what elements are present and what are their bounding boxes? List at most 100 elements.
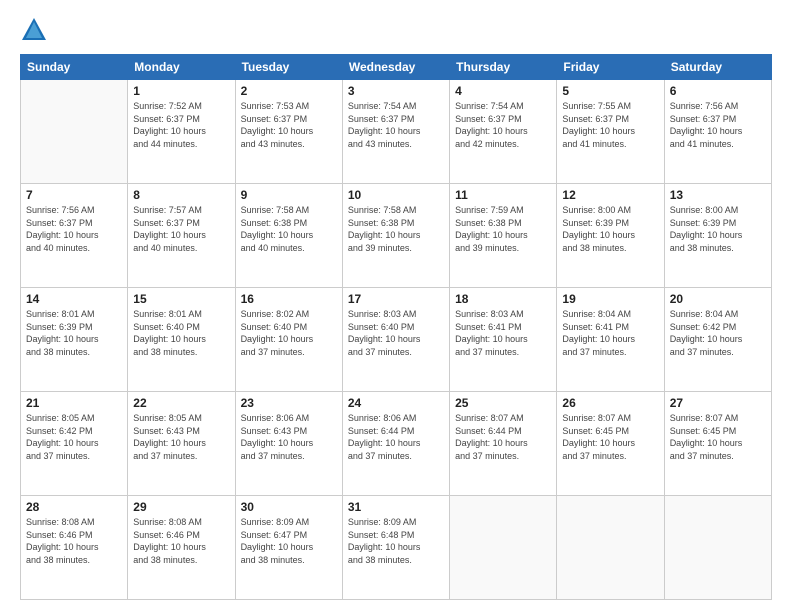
day-cell: 6 Sunrise: 7:56 AM Sunset: 6:37 PM Daylig… (664, 80, 771, 184)
day-info: Sunrise: 8:05 AM Sunset: 6:42 PM Dayligh… (26, 413, 99, 461)
weekday-header-saturday: Saturday (664, 55, 771, 80)
day-number: 21 (26, 396, 122, 410)
day-number: 18 (455, 292, 551, 306)
day-cell: 28 Sunrise: 8:08 AM Sunset: 6:46 PM Dayli… (21, 496, 128, 600)
week-row-5: 28 Sunrise: 8:08 AM Sunset: 6:46 PM Dayli… (21, 496, 772, 600)
header (20, 16, 772, 44)
day-info: Sunrise: 7:59 AM Sunset: 6:38 PM Dayligh… (455, 205, 528, 253)
day-cell: 22 Sunrise: 8:05 AM Sunset: 6:43 PM Dayli… (128, 392, 235, 496)
day-info: Sunrise: 7:57 AM Sunset: 6:37 PM Dayligh… (133, 205, 206, 253)
day-number: 16 (241, 292, 337, 306)
day-info: Sunrise: 7:55 AM Sunset: 6:37 PM Dayligh… (562, 101, 635, 149)
day-info: Sunrise: 8:08 AM Sunset: 6:46 PM Dayligh… (133, 517, 206, 565)
day-info: Sunrise: 7:52 AM Sunset: 6:37 PM Dayligh… (133, 101, 206, 149)
day-number: 26 (562, 396, 658, 410)
day-info: Sunrise: 8:09 AM Sunset: 6:48 PM Dayligh… (348, 517, 421, 565)
day-cell: 24 Sunrise: 8:06 AM Sunset: 6:44 PM Dayli… (342, 392, 449, 496)
day-info: Sunrise: 8:09 AM Sunset: 6:47 PM Dayligh… (241, 517, 314, 565)
day-number: 12 (562, 188, 658, 202)
day-number: 24 (348, 396, 444, 410)
day-cell: 8 Sunrise: 7:57 AM Sunset: 6:37 PM Daylig… (128, 184, 235, 288)
day-cell: 12 Sunrise: 8:00 AM Sunset: 6:39 PM Dayli… (557, 184, 664, 288)
day-info: Sunrise: 8:06 AM Sunset: 6:44 PM Dayligh… (348, 413, 421, 461)
day-cell: 23 Sunrise: 8:06 AM Sunset: 6:43 PM Dayli… (235, 392, 342, 496)
weekday-header-monday: Monday (128, 55, 235, 80)
day-number: 31 (348, 500, 444, 514)
day-cell (664, 496, 771, 600)
day-cell: 14 Sunrise: 8:01 AM Sunset: 6:39 PM Dayli… (21, 288, 128, 392)
day-number: 10 (348, 188, 444, 202)
day-info: Sunrise: 7:54 AM Sunset: 6:37 PM Dayligh… (348, 101, 421, 149)
day-info: Sunrise: 8:08 AM Sunset: 6:46 PM Dayligh… (26, 517, 99, 565)
day-cell: 9 Sunrise: 7:58 AM Sunset: 6:38 PM Daylig… (235, 184, 342, 288)
day-cell: 16 Sunrise: 8:02 AM Sunset: 6:40 PM Dayli… (235, 288, 342, 392)
day-cell: 13 Sunrise: 8:00 AM Sunset: 6:39 PM Dayli… (664, 184, 771, 288)
day-number: 15 (133, 292, 229, 306)
day-info: Sunrise: 7:58 AM Sunset: 6:38 PM Dayligh… (241, 205, 314, 253)
day-info: Sunrise: 8:00 AM Sunset: 6:39 PM Dayligh… (562, 205, 635, 253)
weekday-header-wednesday: Wednesday (342, 55, 449, 80)
weekday-header-thursday: Thursday (450, 55, 557, 80)
day-cell: 27 Sunrise: 8:07 AM Sunset: 6:45 PM Dayli… (664, 392, 771, 496)
day-number: 30 (241, 500, 337, 514)
logo-icon (20, 16, 48, 44)
day-number: 29 (133, 500, 229, 514)
day-info: Sunrise: 8:05 AM Sunset: 6:43 PM Dayligh… (133, 413, 206, 461)
day-info: Sunrise: 7:53 AM Sunset: 6:37 PM Dayligh… (241, 101, 314, 149)
day-info: Sunrise: 8:00 AM Sunset: 6:39 PM Dayligh… (670, 205, 743, 253)
weekday-header-sunday: Sunday (21, 55, 128, 80)
day-number: 8 (133, 188, 229, 202)
day-number: 23 (241, 396, 337, 410)
day-info: Sunrise: 8:01 AM Sunset: 6:40 PM Dayligh… (133, 309, 206, 357)
day-number: 3 (348, 84, 444, 98)
week-row-3: 14 Sunrise: 8:01 AM Sunset: 6:39 PM Dayli… (21, 288, 772, 392)
day-number: 20 (670, 292, 766, 306)
day-cell (21, 80, 128, 184)
day-info: Sunrise: 8:03 AM Sunset: 6:40 PM Dayligh… (348, 309, 421, 357)
day-info: Sunrise: 8:07 AM Sunset: 6:45 PM Dayligh… (562, 413, 635, 461)
weekday-header-tuesday: Tuesday (235, 55, 342, 80)
day-info: Sunrise: 8:07 AM Sunset: 6:44 PM Dayligh… (455, 413, 528, 461)
day-info: Sunrise: 8:02 AM Sunset: 6:40 PM Dayligh… (241, 309, 314, 357)
day-cell: 29 Sunrise: 8:08 AM Sunset: 6:46 PM Dayli… (128, 496, 235, 600)
day-number: 19 (562, 292, 658, 306)
day-cell: 21 Sunrise: 8:05 AM Sunset: 6:42 PM Dayli… (21, 392, 128, 496)
day-number: 13 (670, 188, 766, 202)
day-info: Sunrise: 8:06 AM Sunset: 6:43 PM Dayligh… (241, 413, 314, 461)
page: SundayMondayTuesdayWednesdayThursdayFrid… (0, 0, 792, 612)
day-info: Sunrise: 7:54 AM Sunset: 6:37 PM Dayligh… (455, 101, 528, 149)
day-number: 9 (241, 188, 337, 202)
day-cell: 5Sunrise: 7:55 AM Sunset: 6:37 PM Daylig… (557, 80, 664, 184)
day-info: Sunrise: 8:04 AM Sunset: 6:41 PM Dayligh… (562, 309, 635, 357)
day-info: Sunrise: 7:56 AM Sunset: 6:37 PM Dayligh… (26, 205, 99, 253)
day-number: 14 (26, 292, 122, 306)
weekday-header-row: SundayMondayTuesdayWednesdayThursdayFrid… (21, 55, 772, 80)
day-info: Sunrise: 7:56 AM Sunset: 6:37 PM Dayligh… (670, 101, 743, 149)
day-cell: 20Sunrise: 8:04 AM Sunset: 6:42 PM Dayli… (664, 288, 771, 392)
day-cell: 30 Sunrise: 8:09 AM Sunset: 6:47 PM Dayli… (235, 496, 342, 600)
day-cell (557, 496, 664, 600)
day-number: 25 (455, 396, 551, 410)
day-cell: 25 Sunrise: 8:07 AM Sunset: 6:44 PM Dayli… (450, 392, 557, 496)
day-number: 1 (133, 84, 229, 98)
day-number: 28 (26, 500, 122, 514)
day-number: 22 (133, 396, 229, 410)
day-cell: 19 Sunrise: 8:04 AM Sunset: 6:41 PM Dayli… (557, 288, 664, 392)
day-number: 2 (241, 84, 337, 98)
day-info: Sunrise: 8:07 AM Sunset: 6:45 PM Dayligh… (670, 413, 743, 461)
day-cell: 26 Sunrise: 8:07 AM Sunset: 6:45 PM Dayli… (557, 392, 664, 496)
day-number: 6 (670, 84, 766, 98)
day-number: 27 (670, 396, 766, 410)
day-cell: 1 Sunrise: 7:52 AM Sunset: 6:37 PM Daylig… (128, 80, 235, 184)
weekday-header-friday: Friday (557, 55, 664, 80)
logo (20, 16, 52, 44)
day-number: 4 (455, 84, 551, 98)
day-cell: 4 Sunrise: 7:54 AM Sunset: 6:37 PM Daylig… (450, 80, 557, 184)
calendar-table: SundayMondayTuesdayWednesdayThursdayFrid… (20, 54, 772, 600)
day-cell (450, 496, 557, 600)
day-cell: 15 Sunrise: 8:01 AM Sunset: 6:40 PM Dayli… (128, 288, 235, 392)
week-row-2: 7Sunrise: 7:56 AM Sunset: 6:37 PM Daylig… (21, 184, 772, 288)
day-info: Sunrise: 8:01 AM Sunset: 6:39 PM Dayligh… (26, 309, 99, 357)
day-info: Sunrise: 7:58 AM Sunset: 6:38 PM Dayligh… (348, 205, 421, 253)
week-row-1: 1 Sunrise: 7:52 AM Sunset: 6:37 PM Daylig… (21, 80, 772, 184)
